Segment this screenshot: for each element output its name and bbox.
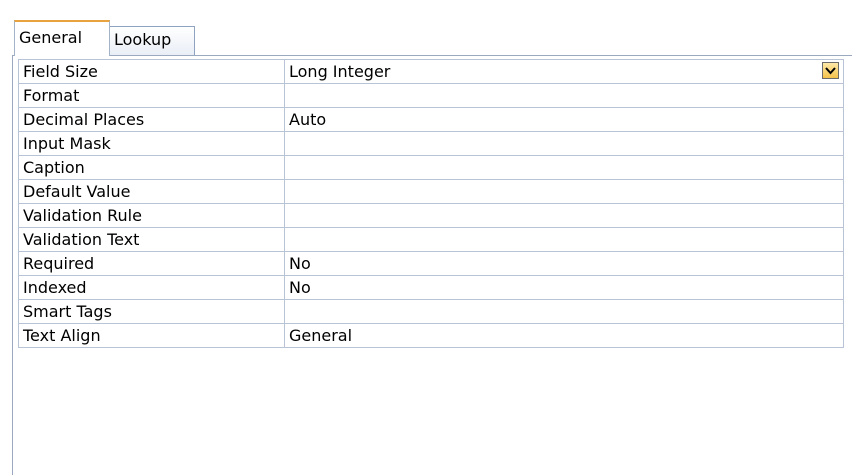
property-row-smart-tags: Smart Tags [18, 299, 844, 324]
property-value-smart-tags[interactable] [284, 299, 844, 324]
property-value-default-value[interactable] [284, 179, 844, 204]
property-value-text-align[interactable]: General [284, 323, 844, 348]
property-row-decimal-places: Decimal Places Auto [18, 107, 844, 132]
property-value-decimal-places[interactable]: Auto [284, 107, 844, 132]
property-label: Caption [18, 155, 285, 180]
tab-lookup[interactable]: Lookup [109, 26, 195, 55]
property-row-default-value: Default Value [18, 179, 844, 204]
property-row-format: Format [18, 83, 844, 108]
property-row-caption: Caption [18, 155, 844, 180]
property-label: Text Align [18, 323, 285, 348]
property-row-input-mask: Input Mask [18, 131, 844, 156]
chevron-down-icon [825, 66, 836, 74]
property-value-format[interactable] [284, 83, 844, 108]
property-row-indexed: Indexed No [18, 275, 844, 300]
property-value-indexed[interactable]: No [284, 275, 844, 300]
property-label: Format [18, 83, 285, 108]
property-value-input-mask[interactable] [284, 131, 844, 156]
property-value-caption[interactable] [284, 155, 844, 180]
property-row-validation-text: Validation Text [18, 227, 844, 252]
field-properties-grid: Field Size Long Integer Format Decimal P… [18, 59, 844, 348]
property-row-text-align: Text Align General [18, 323, 844, 348]
tab-general[interactable]: General [14, 20, 110, 56]
property-value-validation-rule[interactable] [284, 203, 844, 228]
property-label: Default Value [18, 179, 285, 204]
property-label: Field Size [18, 59, 285, 84]
property-label: Input Mask [18, 131, 285, 156]
property-value-required[interactable]: No [284, 251, 844, 276]
property-label: Indexed [18, 275, 285, 300]
property-value-field-size[interactable]: Long Integer [284, 59, 844, 84]
property-value-validation-text[interactable] [284, 227, 844, 252]
property-label: Decimal Places [18, 107, 285, 132]
property-label: Required [18, 251, 285, 276]
property-row-required: Required No [18, 251, 844, 276]
property-label: Smart Tags [18, 299, 285, 324]
property-label: Validation Text [18, 227, 285, 252]
top-strip [0, 0, 852, 10]
property-row-field-size: Field Size Long Integer [18, 59, 844, 84]
property-row-validation-rule: Validation Rule [18, 203, 844, 228]
field-size-dropdown-button[interactable] [822, 62, 839, 79]
property-value-text: Long Integer [289, 61, 391, 81]
tab-bar: General Lookup [0, 10, 852, 56]
property-label: Validation Rule [18, 203, 285, 228]
